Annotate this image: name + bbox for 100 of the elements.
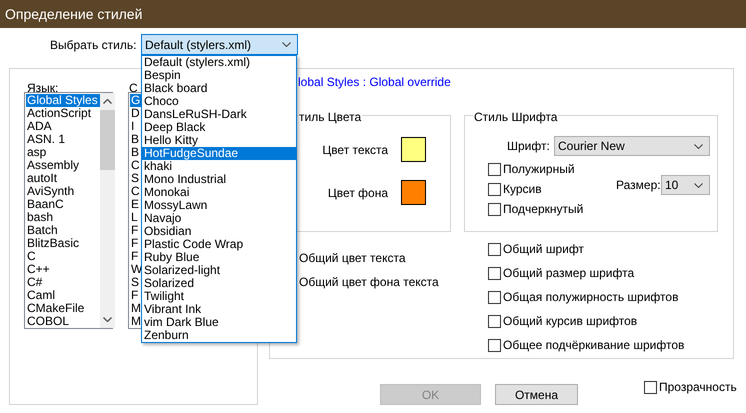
checkbox[interactable]	[488, 202, 501, 216]
checkbox-label[interactable]: Прозрачность	[659, 378, 737, 396]
checkbox[interactable]	[488, 314, 501, 328]
color-swatch[interactable]	[401, 180, 426, 205]
chevron-down-icon	[282, 42, 291, 47]
list-item[interactable]: BlitzBasic	[26, 237, 82, 250]
dropdown-option[interactable]: Obsidian	[142, 225, 296, 238]
list-item[interactable]: C	[26, 250, 38, 263]
list-item[interactable]: M	[130, 302, 143, 315]
list-item[interactable]: ActionScript	[26, 107, 94, 120]
list-item[interactable]: C	[130, 185, 142, 198]
field-label: Размер:	[616, 177, 661, 194]
chevron-up-icon[interactable]	[102, 99, 112, 104]
style-dropdown[interactable]: Default (stylers.xml)	[141, 34, 298, 55]
dropdown-option[interactable]: Mono Industrial	[142, 173, 296, 186]
dropdown-option[interactable]: Monokai	[142, 186, 296, 199]
dropdown-option[interactable]: Bespin	[142, 69, 296, 82]
checkbox-label[interactable]: Курсив	[503, 180, 542, 198]
list-item[interactable]: CMakeFile	[26, 302, 86, 315]
list-item[interactable]: F	[130, 289, 140, 302]
list-item[interactable]: BaanC	[26, 198, 66, 211]
dropdown-option[interactable]: Hello Kitty	[142, 134, 296, 147]
checkbox[interactable]	[488, 182, 501, 196]
checkbox-label[interactable]: Подчеркнутый	[503, 200, 584, 218]
dropdown-option[interactable]: Plastic Code Wrap	[142, 238, 296, 251]
checkbox[interactable]	[488, 338, 501, 352]
dropdown-option[interactable]: Zenburn	[142, 329, 296, 342]
list-item[interactable]: F	[130, 250, 140, 263]
dropdown-option[interactable]: Solarized-light	[142, 264, 296, 277]
list-item[interactable]: F	[130, 237, 140, 250]
list-item[interactable]: F	[130, 224, 140, 237]
scrollbar[interactable]	[100, 93, 115, 328]
checkbox-label[interactable]: Общий курсив шрифтов	[503, 312, 638, 330]
list-item[interactable]: D	[130, 107, 142, 120]
dropdown-option[interactable]: Vibrant Ink	[142, 303, 296, 316]
checkbox[interactable]	[488, 242, 501, 256]
list-item[interactable]: autoIt	[26, 172, 60, 185]
style-description: lobal Styles : Global override	[298, 75, 451, 89]
font-dropdown[interactable]: Courier New	[554, 136, 710, 156]
dropdown-option[interactable]: Default (stylers.xml)	[142, 56, 296, 69]
dropdown-option[interactable]: DansLeRuSH-Dark	[142, 108, 296, 121]
list-item[interactable]: S	[130, 276, 142, 289]
dialog-button[interactable]: Отмена	[495, 384, 578, 405]
language-list[interactable]: Global Styles ActionScript ADA ASN. 1 asp Assembly autoIt AviSynth BaanC bash Batch BlitzBasic C C++ C# Caml CMakeFile COBOL	[24, 92, 113, 329]
checkbox-label[interactable]: Полужирный	[503, 160, 575, 178]
list-item[interactable]: E	[130, 198, 142, 211]
dropdown-option[interactable]: Ruby Blue	[142, 251, 296, 264]
chevron-down-icon	[694, 144, 703, 148]
checkbox[interactable]	[488, 290, 501, 304]
checkbox[interactable]	[644, 380, 657, 394]
checkbox-label[interactable]: Общий шрифт	[503, 240, 584, 258]
list-item[interactable]: ADA	[26, 120, 54, 133]
list-item[interactable]: C++	[26, 263, 52, 276]
list-item[interactable]: L	[130, 211, 140, 224]
dropdown-option[interactable]: Solarized	[142, 277, 296, 290]
list-item[interactable]: Caml	[26, 289, 58, 302]
list-item[interactable]: B	[130, 146, 142, 159]
chevron-down-icon[interactable]	[102, 317, 112, 322]
field-label: Выбрать стиль:	[50, 36, 138, 54]
checkbox-label[interactable]: Общее подчёркивание шрифтов	[503, 336, 684, 354]
checkbox-label[interactable]: Общий цвет фона текста	[299, 273, 439, 287]
list-item[interactable]: Batch	[26, 224, 60, 237]
list-item[interactable]: B	[130, 133, 142, 146]
dropdown-option[interactable]: Twilight	[142, 290, 296, 303]
checkbox-label[interactable]: Общая полужирность шрифтов	[503, 288, 678, 306]
checkbox-label[interactable]: Общий размер шрифта	[503, 264, 634, 282]
color-label: Цвет фона	[328, 184, 388, 202]
list-item[interactable]: M	[130, 315, 143, 328]
field-label: Шрифт:	[507, 138, 551, 155]
dropdown-option[interactable]: Navajo	[142, 212, 296, 225]
list-item[interactable]: bash	[26, 211, 56, 224]
list-item[interactable]: G	[130, 94, 142, 107]
color-label: Цвет текста	[322, 142, 388, 158]
list-item[interactable]: ASN. 1	[26, 133, 68, 146]
list-item[interactable]: C#	[26, 276, 44, 289]
chevron-down-icon	[694, 182, 703, 188]
list-item[interactable]: AviSynth	[26, 185, 76, 198]
list-item[interactable]: I	[130, 120, 136, 133]
dropdown-option[interactable]: khaki	[142, 160, 296, 173]
list-item[interactable]: asp	[26, 146, 48, 159]
list-label: Язык:	[27, 81, 60, 95]
list-item[interactable]: Global Styles	[26, 94, 100, 107]
checkbox[interactable]	[488, 162, 501, 176]
window-title: Определение стилей	[5, 4, 142, 24]
dropdown-option[interactable]: Choco	[142, 95, 296, 108]
list-item[interactable]: COBOL	[26, 315, 72, 328]
dropdown-option[interactable]: HotFudgeSundae	[142, 147, 296, 160]
list-item[interactable]: C	[130, 159, 142, 172]
dropdown-option[interactable]: MossyLawn	[142, 199, 296, 212]
size-dropdown[interactable]: 10	[661, 175, 710, 195]
color-swatch[interactable]	[401, 137, 426, 162]
checkbox[interactable]	[488, 266, 501, 280]
list-item[interactable]: S	[130, 172, 142, 185]
dropdown-option[interactable]: Deep Black	[142, 121, 296, 134]
list-label: С	[129, 81, 138, 95]
checkbox-label[interactable]: Общий цвет текста	[299, 249, 406, 263]
dropdown-option[interactable]: vim Dark Blue	[142, 316, 296, 329]
dropdown-option[interactable]: Black board	[142, 82, 296, 95]
list-item[interactable]: Assembly	[26, 159, 82, 172]
scrollbar-thumb[interactable]	[100, 110, 115, 170]
